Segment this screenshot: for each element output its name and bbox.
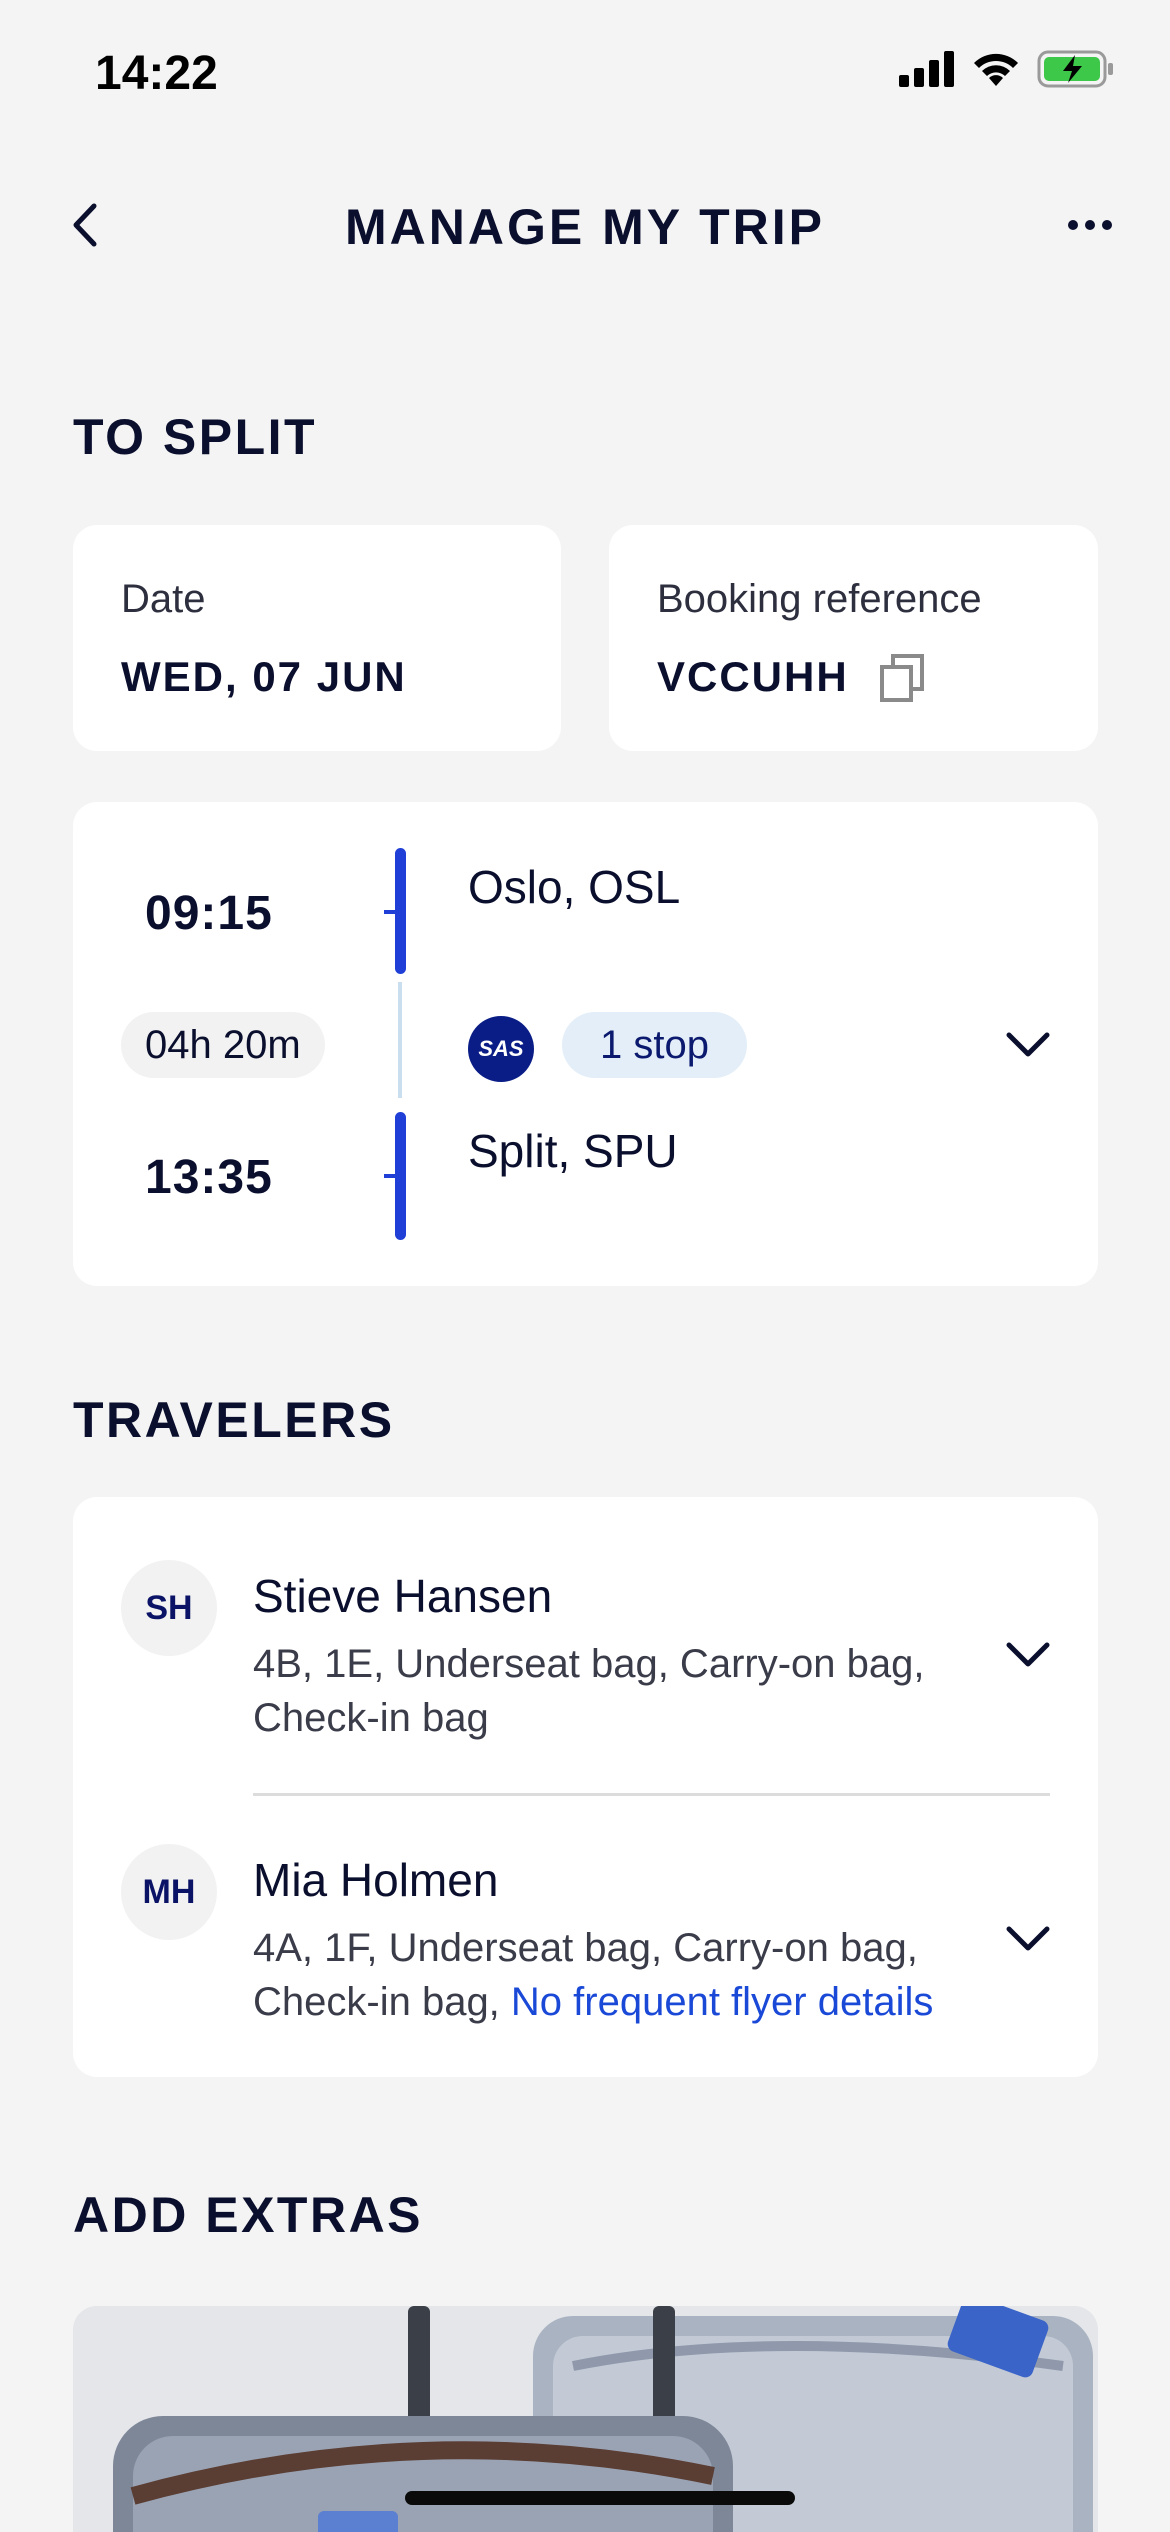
departure-time: 09:15 — [145, 887, 273, 940]
copy-icon — [880, 654, 924, 702]
traveler-details: 4B, 1E, Underseat bag, Carry-on bag, Che… — [253, 1637, 1013, 1745]
extras-heading: ADD EXTRAS — [73, 2187, 424, 2243]
status-bar: 14:22 — [0, 0, 1170, 150]
origin-city: Oslo, OSL — [468, 861, 681, 913]
booking-reference-card: Booking reference VCCUHH — [609, 525, 1098, 751]
timeline-connector — [398, 982, 402, 1098]
date-label: Date — [121, 577, 206, 621]
duration-badge: 04h 20m — [121, 1012, 325, 1078]
travelers-card: SH Stieve Hansen 4B, 1E, Underseat bag, … — [73, 1497, 1098, 2077]
cellular-signal-icon — [899, 51, 954, 87]
divider — [253, 1793, 1050, 1796]
airline-logo: SAS — [468, 1016, 534, 1082]
booking-reference-value: VCCUHH — [657, 653, 849, 700]
more-options-button[interactable] — [1050, 190, 1130, 260]
frequent-flyer-link[interactable]: No frequent flyer details — [511, 1980, 933, 2024]
chevron-down-icon[interactable] — [1005, 1924, 1051, 1954]
avatar: MH — [121, 1844, 217, 1940]
arrival-timeline-bar — [395, 1112, 406, 1240]
traveler-details-line1: 4A, 1F, Underseat bag, Carry-on bag, — [253, 1926, 918, 1970]
booking-reference-label: Booking reference — [657, 577, 982, 621]
copy-button[interactable] — [879, 653, 929, 705]
traveler-details: 4A, 1F, Underseat bag, Carry-on bag, Che… — [253, 1921, 1013, 2029]
traveler-details-line2: Check-in bag — [253, 1696, 489, 1740]
date-card: Date WED, 07 JUN — [73, 525, 561, 751]
traveler-name: Stieve Hansen — [253, 1570, 553, 1622]
chevron-down-icon[interactable] — [1005, 1030, 1051, 1060]
traveler-name: Mia Holmen — [253, 1854, 499, 1906]
status-time: 14:22 — [95, 47, 218, 100]
trip-heading: TO SPLIT — [73, 409, 318, 465]
home-indicator — [405, 2491, 795, 2505]
stops-badge: 1 stop — [562, 1012, 747, 1078]
destination-city: Split, SPU — [468, 1125, 678, 1177]
flight-card[interactable]: 09:15 04h 20m 13:35 Oslo, OSL SAS 1 stop… — [73, 802, 1098, 1286]
travelers-heading: TRAVELERS — [73, 1392, 395, 1448]
nav-bar: MANAGE MY TRIP — [0, 180, 1170, 270]
date-value: WED, 07 JUN — [121, 653, 407, 700]
traveler-details-line1: 4B, 1E, Underseat bag, Carry-on bag, — [253, 1642, 925, 1686]
page-title: MANAGE MY TRIP — [345, 199, 825, 255]
arrival-time: 13:35 — [145, 1151, 273, 1204]
chevron-down-icon[interactable] — [1005, 1640, 1051, 1670]
traveler-details-line2: Check-in bag, — [253, 1980, 511, 2024]
status-icons — [899, 50, 1115, 88]
battery-charging-icon — [1037, 50, 1113, 88]
avatar: SH — [121, 1560, 217, 1656]
more-horizontal-icon — [1068, 220, 1112, 230]
wifi-icon — [974, 53, 1018, 86]
departure-timeline-bar — [395, 848, 406, 974]
